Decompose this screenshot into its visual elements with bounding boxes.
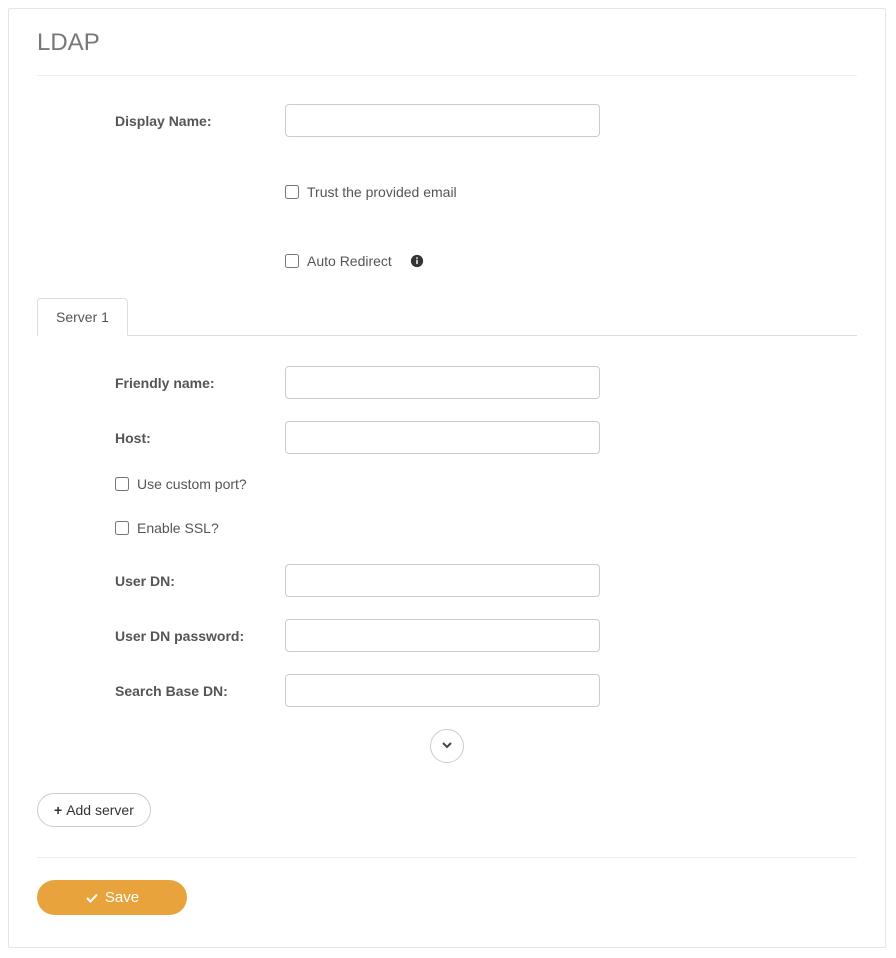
custom-port-label[interactable]: Use custom port?	[137, 476, 247, 492]
tab-server-1[interactable]: Server 1	[37, 298, 128, 336]
custom-port-row: Use custom port?	[37, 476, 857, 492]
user-dn-input[interactable]	[285, 564, 600, 597]
auto-redirect-checkbox[interactable]	[285, 254, 299, 268]
server-tab-content: Friendly name: Host: Use custom port? En…	[37, 336, 857, 763]
host-label: Host:	[115, 430, 285, 446]
search-base-dn-label: Search Base DN:	[115, 683, 285, 699]
user-dn-row: User DN:	[37, 564, 857, 597]
trust-email-checkbox[interactable]	[285, 185, 299, 199]
user-dn-label: User DN:	[115, 573, 285, 589]
display-name-label: Display Name:	[115, 113, 285, 129]
auto-redirect-row: Auto Redirect	[37, 253, 857, 269]
friendly-name-label: Friendly name:	[115, 375, 285, 391]
user-dn-password-label: User DN password:	[115, 628, 285, 644]
friendly-name-row: Friendly name:	[37, 366, 857, 399]
enable-ssl-label[interactable]: Enable SSL?	[137, 520, 219, 536]
add-server-button[interactable]: + Add server	[37, 793, 151, 827]
host-input[interactable]	[285, 421, 600, 454]
auto-redirect-label[interactable]: Auto Redirect	[307, 253, 392, 269]
save-label: Save	[105, 889, 139, 906]
friendly-name-input[interactable]	[285, 366, 600, 399]
user-dn-password-row: User DN password:	[37, 619, 857, 652]
expand-row	[37, 729, 857, 763]
footer-divider	[37, 857, 857, 858]
trust-email-label[interactable]: Trust the provided email	[307, 184, 457, 200]
trust-email-row: Trust the provided email	[37, 184, 857, 200]
display-name-row: Display Name:	[37, 104, 857, 137]
user-dn-password-input[interactable]	[285, 619, 600, 652]
server-tabs: Server 1	[37, 297, 857, 336]
check-icon	[85, 891, 99, 905]
expand-button[interactable]	[430, 729, 464, 763]
plus-icon: +	[54, 802, 62, 818]
add-server-label: Add server	[66, 802, 134, 818]
search-base-dn-row: Search Base DN:	[37, 674, 857, 707]
host-row: Host:	[37, 421, 857, 454]
info-icon[interactable]	[410, 254, 424, 268]
search-base-dn-input[interactable]	[285, 674, 600, 707]
display-name-input[interactable]	[285, 104, 600, 137]
custom-port-checkbox[interactable]	[115, 477, 129, 491]
chevron-down-icon	[441, 739, 453, 754]
page-title: LDAP	[37, 29, 857, 57]
divider	[37, 75, 857, 76]
enable-ssl-row: Enable SSL?	[37, 520, 857, 536]
ldap-settings-panel: LDAP Display Name: Trust the provided em…	[8, 8, 886, 948]
add-server-row: + Add server	[37, 793, 857, 827]
save-button[interactable]: Save	[37, 880, 187, 915]
enable-ssl-checkbox[interactable]	[115, 521, 129, 535]
